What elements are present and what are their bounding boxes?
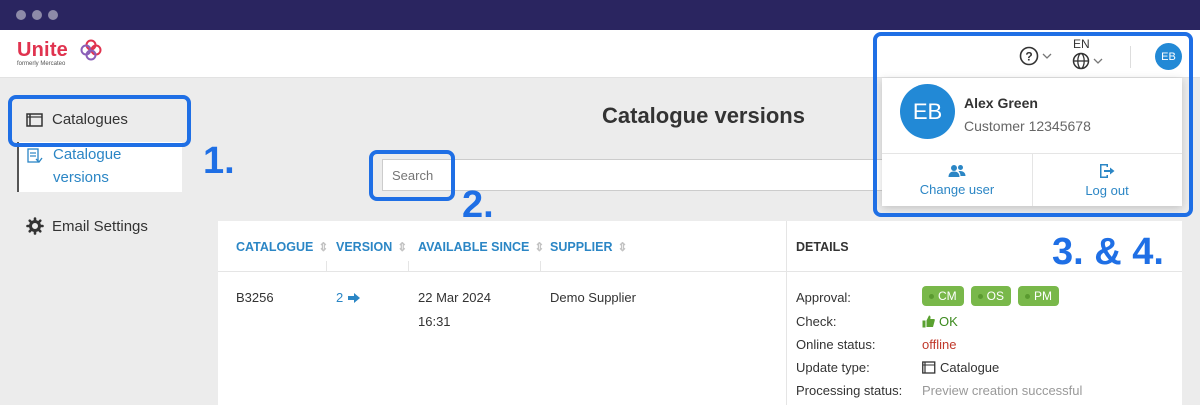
cell-catalogue: B3256 xyxy=(236,290,274,305)
sort-icon: ⇕ xyxy=(318,240,329,254)
processing-status-label: Processing status: xyxy=(796,383,903,398)
window-titlebar xyxy=(0,0,1200,30)
arrow-right-icon xyxy=(348,292,361,303)
online-status-label: Online status: xyxy=(796,337,876,352)
version-link[interactable]: 2 xyxy=(336,290,361,305)
approval-badge: PM xyxy=(1018,286,1060,306)
header-divider xyxy=(218,271,1182,272)
online-status-value: offline xyxy=(922,337,957,352)
catalogue-versions-table: CATALOGUE ⇕ VERSION ⇕ AVAILABLE SINCE ⇕ … xyxy=(218,221,1182,405)
column-header-label: CATALOGUE xyxy=(236,240,314,254)
sidebar-item-label: Email Settings xyxy=(52,217,148,235)
sidebar-item-email-settings[interactable]: Email Settings xyxy=(26,217,148,235)
search-input[interactable] xyxy=(382,159,902,191)
sort-icon: ⇕ xyxy=(397,240,408,254)
catalogue-versions-icon xyxy=(27,148,43,163)
cell-version: 2 xyxy=(336,290,344,305)
sidebar-item-catalogue-versions[interactable]: Catalogue versions xyxy=(17,142,182,192)
cell-available-time: 16:31 xyxy=(418,314,451,329)
step-3-4-label: 3. & 4. xyxy=(1052,231,1164,273)
details-divider xyxy=(786,221,787,405)
column-header-label: SUPPLIER xyxy=(550,240,613,254)
column-header-version[interactable]: VERSION ⇕ xyxy=(336,240,407,254)
logo-subtext: formerly Mercateo xyxy=(17,61,66,67)
window-dot xyxy=(16,10,26,20)
window-dot xyxy=(32,10,42,20)
check-status: OK xyxy=(922,314,958,329)
catalogue-icon xyxy=(922,361,936,374)
sort-icon: ⇕ xyxy=(534,240,545,254)
check-label: Check: xyxy=(796,314,837,329)
cell-available-date: 22 Mar 2024 xyxy=(418,290,491,305)
step-2-label: 2. xyxy=(462,184,494,226)
step-1-label: 1. xyxy=(203,140,235,182)
column-header-available-since[interactable]: AVAILABLE SINCE ⇕ xyxy=(418,240,544,254)
column-header-catalogue[interactable]: CATALOGUE ⇕ xyxy=(236,240,328,254)
approval-badge: CM xyxy=(922,286,964,306)
update-type-label: Update type: xyxy=(796,360,870,375)
check-value: OK xyxy=(939,314,958,329)
column-header-label: DETAILS xyxy=(796,240,849,254)
window-dot xyxy=(48,10,58,20)
approval-badge: OS xyxy=(970,286,1012,306)
cell-supplier: Demo Supplier xyxy=(550,290,636,305)
highlight-user-menu xyxy=(873,32,1193,217)
logo-mark-icon xyxy=(80,39,102,61)
column-divider xyxy=(326,261,327,271)
sidebar-item-label: Catalogue versions xyxy=(53,146,122,186)
column-header-label: VERSION xyxy=(336,240,393,254)
processing-status-value: Preview creation successful xyxy=(922,383,1083,398)
highlight-catalogues xyxy=(8,95,191,147)
thumbs-up-icon xyxy=(922,315,935,328)
column-header-label: AVAILABLE SINCE xyxy=(418,240,530,254)
column-divider xyxy=(408,261,409,271)
approval-label: Approval: xyxy=(796,290,851,305)
update-type: Catalogue xyxy=(922,360,999,375)
highlight-search xyxy=(369,150,455,201)
page-title: Catalogue versions xyxy=(602,103,805,128)
update-type-value: Catalogue xyxy=(940,360,1000,375)
logo[interactable]: Unite xyxy=(17,39,68,62)
gear-icon xyxy=(26,217,44,235)
approval-badges: CM OS PM xyxy=(922,286,1062,306)
column-divider xyxy=(540,261,541,271)
column-header-supplier[interactable]: SUPPLIER ⇕ xyxy=(550,240,628,254)
sort-icon: ⇕ xyxy=(617,240,628,254)
column-header-details: DETAILS xyxy=(796,240,849,254)
